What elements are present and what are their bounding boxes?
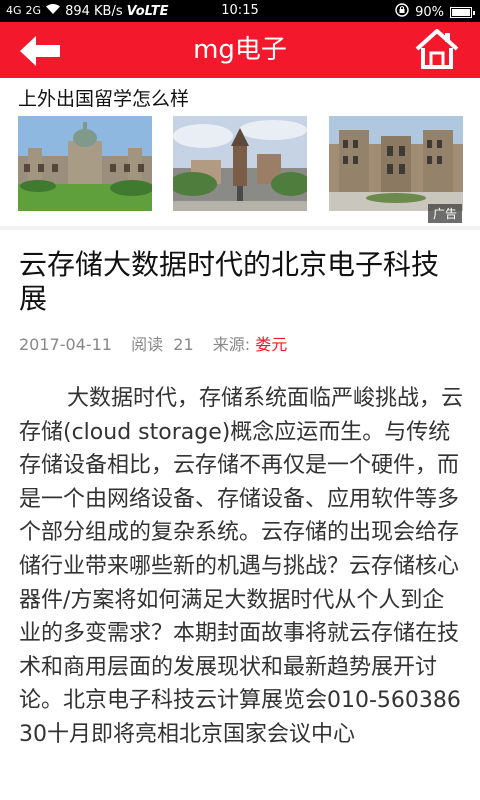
ad-badge: 广告 <box>427 204 462 223</box>
article-meta: 2017-04-11 阅读 21 来源: 娄元 <box>19 331 287 355</box>
app-title: mg电子 <box>193 35 287 65</box>
article-title: 云存储大数据时代的北京电子科技展 <box>19 248 440 315</box>
ad-banner[interactable]: 上外出国留学怎么样 广告 <box>0 78 480 226</box>
ad-title[interactable]: 上外出国留学怎么样 <box>18 84 189 111</box>
source-link[interactable]: 娄元 <box>255 335 287 354</box>
home-button[interactable] <box>414 28 460 70</box>
app-bar: mg电子 <box>0 22 480 78</box>
divider <box>0 226 480 230</box>
source-label: 来源: <box>212 335 251 354</box>
ad-image-building[interactable] <box>329 116 463 211</box>
ad-image-parliament[interactable] <box>18 116 152 211</box>
lock-rotation-icon <box>395 3 409 21</box>
article-body: 大数据时代，存储系统面临严峻挑战，云存储(cloud storage)概念应运而… <box>19 386 464 747</box>
read-count: 21 <box>173 335 194 354</box>
battery-percent: 90% <box>415 4 444 20</box>
status-right: 90% <box>395 3 475 21</box>
status-time: 10:15 <box>221 3 259 18</box>
status-bar: 4G 2G 894 KB/s VoLTE 10:15 90% <box>0 0 480 22</box>
ad-image-square[interactable] <box>173 116 307 211</box>
battery-icon <box>450 7 475 18</box>
home-icon <box>415 29 459 69</box>
article-date: 2017-04-11 <box>19 335 112 354</box>
read-label: 阅读 <box>131 335 164 354</box>
